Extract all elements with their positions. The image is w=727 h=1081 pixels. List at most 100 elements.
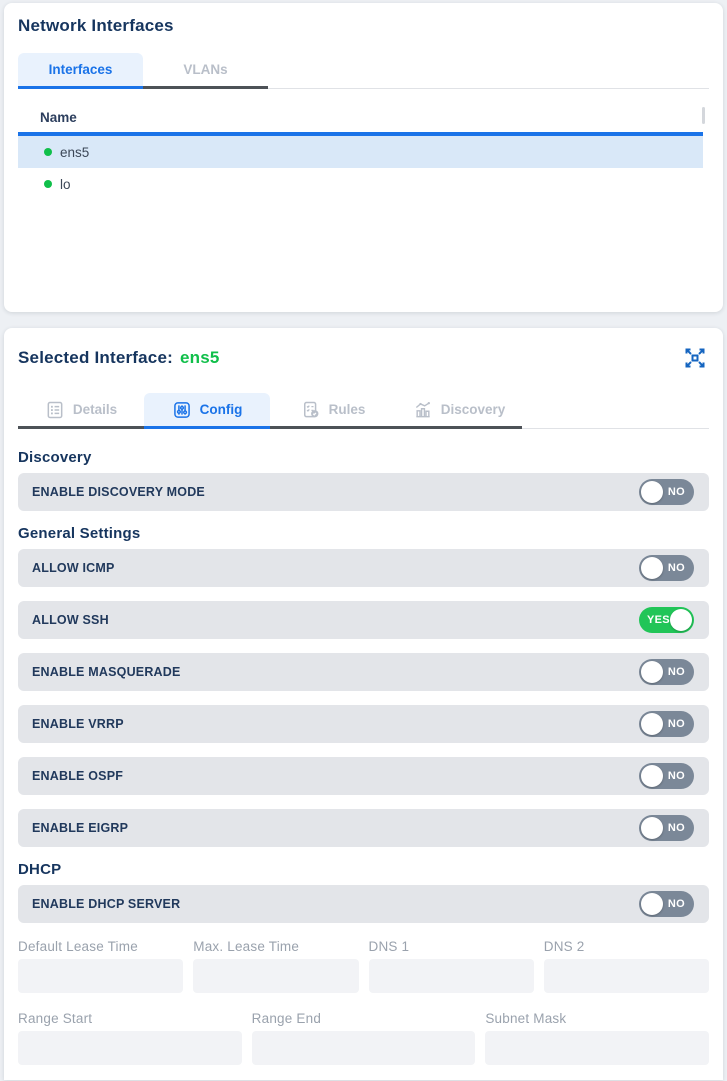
- field-label: DNS 2: [544, 939, 709, 954]
- details-icon: [45, 400, 65, 420]
- tab-details-label: Details: [73, 402, 117, 417]
- toggle-allow-ssh[interactable]: YES: [639, 607, 694, 633]
- tab-discovery-label: Discovery: [441, 402, 506, 417]
- toggle-state-label: NO: [668, 666, 685, 678]
- field-dns-1: DNS 1: [369, 939, 534, 993]
- setting-label: ENABLE DISCOVERY MODE: [32, 485, 205, 499]
- table-row-lo[interactable]: lo: [18, 168, 703, 200]
- section-heading-discovery: Discovery: [18, 449, 709, 466]
- field-max-lease-time: Max. Lease Time: [193, 939, 358, 993]
- setting-row-allow-ssh: ALLOW SSH YES: [18, 601, 709, 639]
- dhcp-form-row-2: Range Start Range End Subnet Mask: [18, 1011, 709, 1065]
- page-title: Network Interfaces: [18, 3, 709, 36]
- field-dns-2: DNS 2: [544, 939, 709, 993]
- dhcp-form-row-1: Default Lease Time Max. Lease Time DNS 1…: [18, 939, 709, 993]
- field-label: Range Start: [18, 1011, 242, 1026]
- tab-discovery[interactable]: Discovery: [396, 393, 522, 429]
- tab-rules-label: Rules: [329, 402, 366, 417]
- setting-row-enable-dhcp-server: ENABLE DHCP SERVER NO: [18, 885, 709, 923]
- tab-interfaces[interactable]: Interfaces: [18, 53, 143, 89]
- toggle-knob: [670, 609, 692, 631]
- toggle-knob: [641, 713, 663, 735]
- tab-interfaces-label: Interfaces: [49, 62, 113, 77]
- field-range-end: Range End: [252, 1011, 476, 1065]
- range-end-input[interactable]: [252, 1031, 476, 1065]
- tab-details[interactable]: Details: [18, 393, 144, 429]
- selected-interface-card: Selected Interface: ens5: [4, 328, 723, 1080]
- setting-label: ENABLE EIGRP: [32, 821, 128, 835]
- toggle-enable-dhcp-server[interactable]: NO: [639, 891, 694, 917]
- subnet-mask-input[interactable]: [485, 1031, 709, 1065]
- dns-2-input[interactable]: [544, 959, 709, 993]
- tab-config[interactable]: Config: [144, 393, 270, 429]
- setting-row-allow-icmp: ALLOW ICMP NO: [18, 549, 709, 587]
- toggle-enable-vrrp[interactable]: NO: [639, 711, 694, 737]
- toggle-allow-icmp[interactable]: NO: [639, 555, 694, 581]
- toggle-state-label: YES: [647, 614, 670, 626]
- setting-row-enable-masquerade: ENABLE MASQUERADE NO: [18, 653, 709, 691]
- setting-row-enable-vrrp: ENABLE VRRP NO: [18, 705, 709, 743]
- setting-row-enable-discovery-mode: ENABLE DISCOVERY MODE NO: [18, 473, 709, 511]
- selected-interface-label: Selected Interface:: [18, 348, 173, 367]
- toggle-knob: [641, 661, 663, 683]
- toggle-enable-masquerade[interactable]: NO: [639, 659, 694, 685]
- setting-label: ENABLE DHCP SERVER: [32, 897, 180, 911]
- setting-row-enable-ospf: ENABLE OSPF NO: [18, 757, 709, 795]
- toggle-enable-discovery-mode[interactable]: NO: [639, 479, 694, 505]
- toggle-state-label: NO: [668, 562, 685, 574]
- interface-name: lo: [60, 177, 71, 192]
- tab-vlans-label: VLANs: [183, 62, 227, 77]
- max-lease-time-input[interactable]: [193, 959, 358, 993]
- toggle-knob: [641, 557, 663, 579]
- toggle-state-label: NO: [668, 898, 685, 910]
- toggle-enable-ospf[interactable]: NO: [639, 763, 694, 789]
- table-scrollbar[interactable]: [702, 107, 705, 124]
- toggle-knob: [641, 893, 663, 915]
- expand-button[interactable]: [681, 344, 709, 372]
- range-start-input[interactable]: [18, 1031, 242, 1065]
- interfaces-table: Name ens5 lo: [18, 103, 703, 200]
- tab-config-label: Config: [200, 402, 243, 417]
- field-label: Subnet Mask: [485, 1011, 709, 1026]
- status-up-icon: [44, 148, 52, 156]
- selected-interface-title: Selected Interface: ens5: [18, 348, 220, 368]
- discovery-icon: [413, 400, 433, 420]
- interface-name: ens5: [60, 145, 89, 160]
- toggle-state-label: NO: [668, 770, 685, 782]
- toggle-knob: [641, 765, 663, 787]
- toggle-state-label: NO: [668, 486, 685, 498]
- tabstrip-filler: [522, 393, 709, 429]
- toggle-knob: [641, 481, 663, 503]
- field-subnet-mask: Subnet Mask: [485, 1011, 709, 1065]
- field-range-start: Range Start: [18, 1011, 242, 1065]
- tab-rules[interactable]: Rules: [270, 393, 396, 429]
- setting-label: ENABLE OSPF: [32, 769, 123, 783]
- toggle-enable-eigrp[interactable]: NO: [639, 815, 694, 841]
- field-label: Default Lease Time: [18, 939, 183, 954]
- section-heading-dhcp: DHCP: [18, 861, 709, 878]
- status-up-icon: [44, 180, 52, 188]
- network-interfaces-card: Network Interfaces Interfaces VLANs Name…: [4, 3, 723, 312]
- field-label: DNS 1: [369, 939, 534, 954]
- tab-vlans[interactable]: VLANs: [143, 53, 268, 89]
- expand-icon: [683, 346, 707, 370]
- setting-label: ENABLE MASQUERADE: [32, 665, 181, 679]
- setting-row-enable-eigrp: ENABLE EIGRP NO: [18, 809, 709, 847]
- table-header-name: Name: [18, 103, 703, 136]
- config-tabstrip: Details Config: [18, 393, 709, 429]
- selected-interface-name: ens5: [180, 348, 220, 367]
- config-icon: [172, 400, 192, 420]
- toggle-state-label: NO: [668, 718, 685, 730]
- default-lease-time-input[interactable]: [18, 959, 183, 993]
- setting-label: ENABLE VRRP: [32, 717, 124, 731]
- field-default-lease-time: Default Lease Time: [18, 939, 183, 993]
- table-row-ens5[interactable]: ens5: [18, 136, 703, 168]
- tabstrip-filler: [268, 53, 709, 89]
- dns-1-input[interactable]: [369, 959, 534, 993]
- setting-label: ALLOW SSH: [32, 613, 109, 627]
- rules-icon: [301, 400, 321, 420]
- setting-label: ALLOW ICMP: [32, 561, 115, 575]
- field-label: Range End: [252, 1011, 476, 1026]
- interfaces-tabstrip: Interfaces VLANs: [18, 53, 709, 89]
- toggle-state-label: NO: [668, 822, 685, 834]
